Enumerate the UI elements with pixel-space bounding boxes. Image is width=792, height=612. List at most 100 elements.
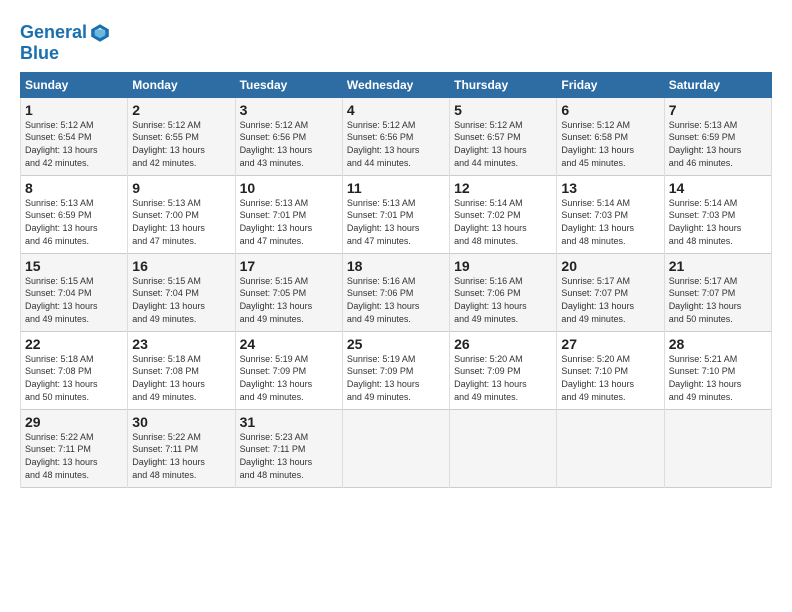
day-info: Sunrise: 5:15 AMSunset: 7:04 PMDaylight:…: [25, 276, 98, 324]
day-number: 31: [240, 414, 338, 430]
day-number: 23: [132, 336, 230, 352]
day-number: 30: [132, 414, 230, 430]
day-number: 24: [240, 336, 338, 352]
day-info: Sunrise: 5:19 AMSunset: 7:09 PMDaylight:…: [347, 354, 420, 402]
day-cell: 31Sunrise: 5:23 AMSunset: 7:11 PMDayligh…: [235, 409, 342, 487]
day-cell: 28Sunrise: 5:21 AMSunset: 7:10 PMDayligh…: [664, 331, 771, 409]
day-number: 9: [132, 180, 230, 196]
day-info: Sunrise: 5:20 AMSunset: 7:10 PMDaylight:…: [561, 354, 634, 402]
day-cell: 25 Sunrise: 5:19 AMSunset: 7:09 PMDayligh…: [342, 331, 449, 409]
day-info: Sunrise: 5:18 AMSunset: 7:08 PMDaylight:…: [132, 354, 205, 402]
day-number: 12: [454, 180, 552, 196]
day-info: Sunrise: 5:17 AMSunset: 7:07 PMDaylight:…: [561, 276, 634, 324]
day-cell: 3 Sunrise: 5:12 AMSunset: 6:56 PMDaylight…: [235, 97, 342, 175]
day-info: Sunrise: 5:12 AMSunset: 6:58 PMDaylight:…: [561, 120, 634, 168]
day-info: Sunrise: 5:13 AMSunset: 6:59 PMDaylight:…: [669, 120, 742, 168]
day-number: 3: [240, 102, 338, 118]
day-number: 28: [669, 336, 767, 352]
day-cell: 7 Sunrise: 5:13 AMSunset: 6:59 PMDaylight…: [664, 97, 771, 175]
day-cell: 18 Sunrise: 5:16 AMSunset: 7:06 PMDayligh…: [342, 253, 449, 331]
day-cell: 26 Sunrise: 5:20 AMSunset: 7:09 PMDayligh…: [450, 331, 557, 409]
day-cell: 24 Sunrise: 5:19 AMSunset: 7:09 PMDayligh…: [235, 331, 342, 409]
week-row-5: 29 Sunrise: 5:22 AMSunset: 7:11 PMDayligh…: [21, 409, 772, 487]
day-cell: 9Sunrise: 5:13 AMSunset: 7:00 PMDaylight…: [128, 175, 235, 253]
day-number: 17: [240, 258, 338, 274]
day-info: Sunrise: 5:22 AMSunset: 7:11 PMDaylight:…: [25, 432, 98, 480]
week-row-1: 1Sunrise: 5:12 AMSunset: 6:54 PMDaylight…: [21, 97, 772, 175]
header-cell-friday: Friday: [557, 72, 664, 97]
header-cell-saturday: Saturday: [664, 72, 771, 97]
header-cell-tuesday: Tuesday: [235, 72, 342, 97]
day-cell: 30 Sunrise: 5:22 AMSunset: 7:11 PMDayligh…: [128, 409, 235, 487]
day-number: 8: [25, 180, 123, 196]
day-info: Sunrise: 5:13 AMSunset: 7:01 PMDaylight:…: [347, 198, 420, 246]
day-info: Sunrise: 5:12 AMSunset: 6:57 PMDaylight:…: [454, 120, 527, 168]
day-info: Sunrise: 5:12 AMSunset: 6:56 PMDaylight:…: [347, 120, 420, 168]
calendar-table: SundayMondayTuesdayWednesdayThursdayFrid…: [20, 72, 772, 488]
day-number: 7: [669, 102, 767, 118]
day-info: Sunrise: 5:17 AMSunset: 7:07 PMDaylight:…: [669, 276, 742, 324]
header-row: SundayMondayTuesdayWednesdayThursdayFrid…: [21, 72, 772, 97]
day-number: 29: [25, 414, 123, 430]
day-cell: 4Sunrise: 5:12 AMSunset: 6:56 PMDaylight…: [342, 97, 449, 175]
day-cell: 15 Sunrise: 5:15 AMSunset: 7:04 PMDayligh…: [21, 253, 128, 331]
day-info: Sunrise: 5:14 AMSunset: 7:02 PMDaylight:…: [454, 198, 527, 246]
day-number: 18: [347, 258, 445, 274]
header-cell-monday: Monday: [128, 72, 235, 97]
day-cell: 21 Sunrise: 5:17 AMSunset: 7:07 PMDayligh…: [664, 253, 771, 331]
day-cell: 8Sunrise: 5:13 AMSunset: 6:59 PMDaylight…: [21, 175, 128, 253]
day-cell: 27 Sunrise: 5:20 AMSunset: 7:10 PMDayligh…: [557, 331, 664, 409]
header: General Blue: [20, 18, 772, 64]
day-cell: [557, 409, 664, 487]
day-info: Sunrise: 5:12 AMSunset: 6:56 PMDaylight:…: [240, 120, 313, 168]
day-cell: 12 Sunrise: 5:14 AMSunset: 7:02 PMDayligh…: [450, 175, 557, 253]
day-cell: 1Sunrise: 5:12 AMSunset: 6:54 PMDaylight…: [21, 97, 128, 175]
day-cell: 22Sunrise: 5:18 AMSunset: 7:08 PMDayligh…: [21, 331, 128, 409]
page: General Blue SundayMondayTuesdayWednesda…: [0, 0, 792, 498]
day-number: 15: [25, 258, 123, 274]
day-info: Sunrise: 5:14 AMSunset: 7:03 PMDaylight:…: [561, 198, 634, 246]
week-row-4: 22 Sunrise: 5:18 AMSunset: 7:08 PMDayligh…: [21, 331, 772, 409]
day-cell: 2 Sunrise: 5:12 AMSunset: 6:55 PMDaylight…: [128, 97, 235, 175]
day-number: 13: [561, 180, 659, 196]
day-number: 21: [669, 258, 767, 274]
day-info: Sunrise: 5:16 AMSunset: 7:06 PMDaylight:…: [454, 276, 527, 324]
day-number: 5: [454, 102, 552, 118]
day-info: Sunrise: 5:22 AMSunset: 7:11 PMDaylight:…: [132, 432, 205, 480]
day-cell: [450, 409, 557, 487]
week-row-3: 15 Sunrise: 5:15 AMSunset: 7:04 PMDayligh…: [21, 253, 772, 331]
header-cell-wednesday: Wednesday: [342, 72, 449, 97]
day-number: 22: [25, 336, 123, 352]
day-number: 16: [132, 258, 230, 274]
day-cell: 17 Sunrise: 5:15 AMSunset: 7:05 PMDayligh…: [235, 253, 342, 331]
day-cell: 5 Sunrise: 5:12 AMSunset: 6:57 PMDaylight…: [450, 97, 557, 175]
header-cell-thursday: Thursday: [450, 72, 557, 97]
day-info: Sunrise: 5:20 AMSunset: 7:09 PMDaylight:…: [454, 354, 527, 402]
day-number: 27: [561, 336, 659, 352]
day-cell: 19 Sunrise: 5:16 AMSunset: 7:06 PMDayligh…: [450, 253, 557, 331]
day-number: 10: [240, 180, 338, 196]
day-info: Sunrise: 5:15 AMSunset: 7:05 PMDaylight:…: [240, 276, 313, 324]
day-cell: 13 Sunrise: 5:14 AMSunset: 7:03 PMDayligh…: [557, 175, 664, 253]
day-info: Sunrise: 5:19 AMSunset: 7:09 PMDaylight:…: [240, 354, 313, 402]
day-cell: 6 Sunrise: 5:12 AMSunset: 6:58 PMDaylight…: [557, 97, 664, 175]
logo-line2: Blue: [20, 44, 111, 64]
day-number: 26: [454, 336, 552, 352]
day-cell: 16Sunrise: 5:15 AMSunset: 7:04 PMDayligh…: [128, 253, 235, 331]
day-number: 6: [561, 102, 659, 118]
day-cell: [342, 409, 449, 487]
day-cell: 20 Sunrise: 5:17 AMSunset: 7:07 PMDayligh…: [557, 253, 664, 331]
day-cell: 10 Sunrise: 5:13 AMSunset: 7:01 PMDayligh…: [235, 175, 342, 253]
day-info: Sunrise: 5:12 AMSunset: 6:55 PMDaylight:…: [132, 120, 205, 168]
day-number: 25: [347, 336, 445, 352]
logo: General Blue: [20, 22, 111, 64]
day-number: 19: [454, 258, 552, 274]
day-info: Sunrise: 5:14 AMSunset: 7:03 PMDaylight:…: [669, 198, 742, 246]
day-number: 20: [561, 258, 659, 274]
day-cell: 14 Sunrise: 5:14 AMSunset: 7:03 PMDayligh…: [664, 175, 771, 253]
day-info: Sunrise: 5:13 AMSunset: 7:01 PMDaylight:…: [240, 198, 313, 246]
day-number: 11: [347, 180, 445, 196]
day-number: 14: [669, 180, 767, 196]
day-number: 2: [132, 102, 230, 118]
day-info: Sunrise: 5:16 AMSunset: 7:06 PMDaylight:…: [347, 276, 420, 324]
